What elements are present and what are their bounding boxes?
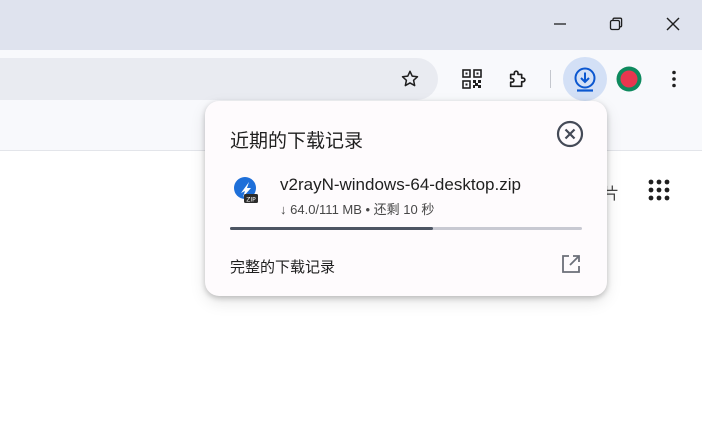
- address-bar[interactable]: [0, 58, 438, 100]
- open-in-new-icon: [562, 255, 580, 273]
- status-text: 64.0/111 MB • 还剩 10 秒: [290, 202, 435, 217]
- close-icon: [666, 17, 680, 31]
- apps-grid-icon: [648, 179, 670, 201]
- bookmark-button[interactable]: [394, 63, 426, 95]
- toolbar-divider: [550, 70, 551, 88]
- puzzle-icon: [509, 70, 526, 88]
- star-icon: [401, 70, 419, 87]
- minimize-icon: [554, 23, 566, 25]
- status-arrow: ↓: [280, 202, 287, 217]
- qr-code-icon: [462, 69, 482, 89]
- full-history-link[interactable]: 完整的下载记录: [230, 256, 335, 277]
- extensions-button[interactable]: [502, 63, 534, 95]
- profile-button[interactable]: [613, 63, 645, 95]
- menu-button[interactable]: [658, 63, 690, 95]
- downloads-button[interactable]: [563, 57, 607, 101]
- download-filename[interactable]: v2rayN-windows-64-desktop.zip: [280, 175, 521, 195]
- minimize-button[interactable]: [542, 8, 578, 40]
- apps-button[interactable]: [648, 179, 670, 201]
- close-popup-button[interactable]: [555, 119, 585, 149]
- svg-text:ZIP: ZIP: [246, 196, 256, 203]
- close-circle-icon: [556, 120, 584, 148]
- toolbar: [0, 50, 702, 108]
- download-status: ↓ 64.0/111 MB • 还剩 10 秒: [280, 199, 434, 218]
- more-vert-icon: [672, 70, 676, 88]
- download-progress-bar: [230, 227, 582, 230]
- avatar: [616, 66, 642, 92]
- downloads-popup: 近期的下载记录 ZIP v2rayN-windows-64-desktop.zi…: [205, 101, 607, 296]
- download-progress-fill: [230, 227, 434, 230]
- restore-button[interactable]: [598, 8, 634, 40]
- browser-window: 片 近期的下载记录 ZIP v2rayN-windows-64-desktop.…: [0, 0, 702, 447]
- qr-code-button[interactable]: [456, 63, 488, 95]
- restore-icon: [609, 17, 623, 31]
- popup-title: 近期的下载记录: [230, 131, 364, 152]
- open-downloads-page-button[interactable]: [560, 253, 582, 275]
- zip-file-icon: ZIP: [233, 176, 259, 204]
- title-bar: [0, 0, 702, 50]
- download-icon: [574, 67, 596, 92]
- close-window-button[interactable]: [655, 8, 691, 40]
